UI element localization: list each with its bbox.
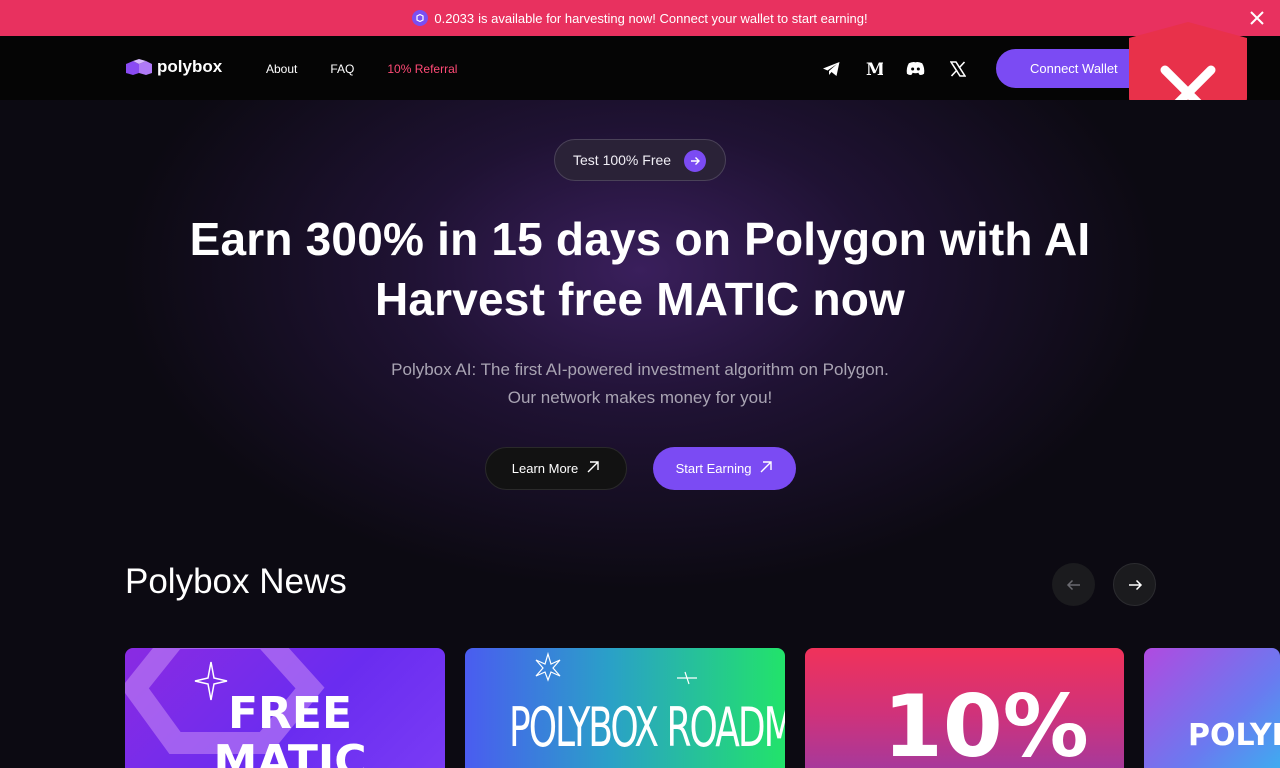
svg-text:M: M [866,61,883,77]
news-card-roadmap[interactable]: POLYBOX ROADMAP [465,648,785,768]
x-icon[interactable] [948,59,967,78]
close-icon[interactable] [1248,9,1266,27]
subtitle-line-1: Polybox AI: The first AI-powered investm… [391,360,889,379]
learn-more-label: Learn More [511,461,579,476]
free-test-pill[interactable]: Test 100% Free [554,139,726,181]
card-title: 10% [883,677,1089,768]
announcement-message: is available for harvesting now! Connect… [478,10,868,26]
hero-subtitle: Polybox AI: The first AI-powered investm… [0,356,1280,412]
social-links: M [822,59,967,78]
nav-about[interactable]: About [266,62,297,76]
headline-line-2: Harvest free MATIC now [374,273,906,325]
arrow-right-icon [684,150,706,172]
arrow-up-right-icon [759,460,773,477]
nav-referral[interactable]: 10% Referral [387,62,457,76]
news-section-title: Polybox News [125,562,347,601]
learn-more-button[interactable]: Learn More [485,447,627,490]
carousel-next-button[interactable] [1113,563,1156,606]
nav-faq[interactable]: FAQ [330,62,354,76]
harvest-amount: 0.2033 [434,10,475,26]
announcement-bar: 0.2033 is available for harvesting now! … [0,0,1280,36]
news-card-free-matic[interactable]: FREE MATIC [125,648,445,768]
main-nav: About FAQ 10% Referral [266,62,490,76]
polybox-logo-icon [125,58,153,76]
start-earning-button[interactable]: Start Earning [653,447,796,490]
brand-name: polybox [157,57,223,76]
card-title: FREE MATIC [213,688,367,768]
arrow-up-right-icon [586,460,600,477]
pill-label: Test 100% Free [573,152,672,168]
carousel-prev-button[interactable] [1052,563,1095,606]
polygon-coin-icon [412,10,429,26]
news-card-polybox[interactable]: POLYBO [1144,648,1280,768]
start-earning-label: Start Earning [675,461,752,476]
hero-headline: Earn 300% in 15 days on Polygon with AI … [0,209,1280,329]
card-title: POLYBOX ROADMAP [509,698,785,760]
discord-icon[interactable] [906,59,925,78]
telegram-icon[interactable] [822,59,841,78]
subtitle-line-2: Our network makes money for you! [507,388,773,407]
site-header: polybox About FAQ 10% Referral M Connect… [0,36,1280,100]
news-card-referral[interactable]: 10% [805,648,1124,768]
headline-line-1: Earn 300% in 15 days on Polygon with AI [189,213,1091,265]
brand-logo[interactable]: polybox [125,57,222,77]
medium-icon[interactable]: M [864,59,883,78]
card-title: POLYBO [1188,718,1280,753]
